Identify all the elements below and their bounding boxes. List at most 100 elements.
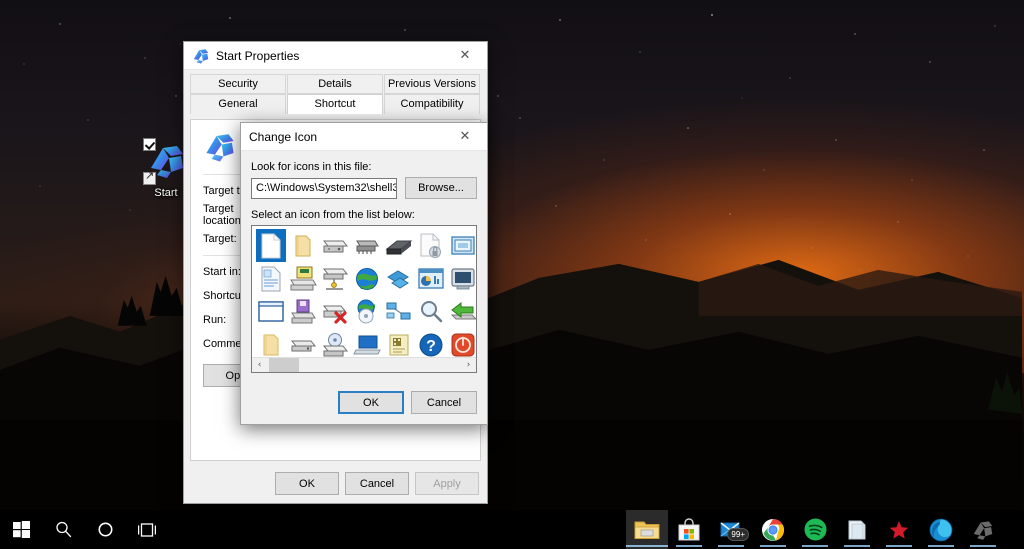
web-disc-icon[interactable] bbox=[352, 295, 382, 328]
running-indicator bbox=[802, 545, 828, 547]
edge-icon bbox=[929, 518, 953, 541]
scrollbar-thumb[interactable] bbox=[269, 357, 299, 372]
start-button[interactable] bbox=[0, 510, 42, 549]
browse-button[interactable]: Browse... bbox=[405, 177, 477, 199]
file-field-label: Look for icons in this file: bbox=[251, 161, 372, 173]
task-view-icon bbox=[138, 522, 156, 537]
scanner-printer-icon[interactable] bbox=[288, 262, 318, 295]
scroll-left-arrow-icon[interactable]: ‹ bbox=[252, 358, 267, 373]
close-icon[interactable]: ✕ bbox=[443, 123, 487, 150]
landscape-silhouette bbox=[0, 259, 1023, 549]
svg-text:?: ? bbox=[426, 338, 436, 355]
app-logo-icon bbox=[206, 134, 234, 162]
file-explorer-icon bbox=[634, 521, 660, 539]
selection-checkbox[interactable] bbox=[143, 138, 156, 151]
printer-error-icon[interactable] bbox=[320, 295, 350, 328]
empty-window-icon[interactable] bbox=[256, 295, 286, 328]
icon-list-horizontal-scrollbar[interactable]: ‹ › bbox=[252, 357, 476, 372]
green-back-arrow-icon[interactable] bbox=[448, 295, 476, 328]
taskbar-app-file-explorer[interactable] bbox=[626, 510, 668, 549]
sticky-notes-icon bbox=[848, 520, 866, 539]
globe-icon[interactable] bbox=[352, 262, 382, 295]
taskbar-app-spotify[interactable] bbox=[794, 510, 836, 549]
tab-previous-versions[interactable]: Previous Versions bbox=[384, 74, 480, 94]
tab-row-lower: General Shortcut Compatibility bbox=[190, 94, 481, 114]
properties-cancel-button[interactable]: Cancel bbox=[345, 472, 409, 495]
tab-security[interactable]: Security bbox=[190, 74, 286, 94]
icon-column bbox=[319, 229, 351, 361]
taskbar-system-buttons bbox=[0, 510, 168, 549]
windows-logo-icon bbox=[12, 521, 30, 538]
properties-title: Start Properties bbox=[216, 48, 300, 63]
taskbar-app-mail[interactable]: 99+ bbox=[710, 510, 752, 549]
search-button[interactable] bbox=[42, 510, 84, 549]
search-icon bbox=[55, 521, 71, 538]
tab-details[interactable]: Details bbox=[287, 74, 383, 94]
taskbar-app-red-star[interactable] bbox=[878, 510, 920, 549]
microsoft-store-icon bbox=[678, 517, 700, 540]
task-view-button[interactable] bbox=[126, 510, 168, 549]
shortcut-arrow-overlay-icon bbox=[143, 170, 156, 185]
taskbar-app-sticky-notes[interactable] bbox=[836, 510, 878, 549]
hard-drive-icon[interactable] bbox=[320, 229, 350, 262]
blank-document-icon[interactable] bbox=[256, 229, 286, 262]
properties-titlebar[interactable]: Start Properties ✕ bbox=[184, 42, 487, 70]
presentation-icon[interactable] bbox=[416, 262, 446, 295]
folder-icon[interactable] bbox=[288, 229, 318, 262]
network-connection-icon[interactable] bbox=[384, 262, 414, 295]
taskbar-app-microsoft-store[interactable] bbox=[668, 510, 710, 549]
change-icon-dialog[interactable]: Change Icon ✕ Look for icons in this fil… bbox=[240, 122, 488, 425]
network-drive-icon[interactable] bbox=[320, 262, 350, 295]
certificate-document-icon[interactable] bbox=[256, 262, 286, 295]
scrollbar-track[interactable] bbox=[267, 357, 461, 372]
book-icon[interactable] bbox=[384, 229, 414, 262]
desktop[interactable]: Start bbox=[0, 0, 1024, 549]
taskbar[interactable]: 99+ bbox=[0, 510, 1024, 549]
tab-row-upper: Security Details Previous Versions bbox=[190, 74, 481, 94]
network-nodes-icon[interactable] bbox=[384, 295, 414, 328]
cortana-button[interactable] bbox=[84, 510, 126, 549]
properties-ok-button[interactable]: OK bbox=[275, 472, 339, 495]
red-star-icon bbox=[889, 520, 909, 539]
icon-column bbox=[351, 229, 383, 361]
icon-column bbox=[287, 229, 319, 361]
icon-list-box[interactable]: ? ‹ › bbox=[251, 225, 477, 373]
change-icon-cancel-button[interactable]: Cancel bbox=[411, 391, 477, 414]
tab-compatibility[interactable]: Compatibility bbox=[384, 94, 480, 114]
search-magnifier-icon[interactable] bbox=[416, 295, 446, 328]
close-icon[interactable]: ✕ bbox=[443, 42, 487, 69]
scroll-right-arrow-icon[interactable]: › bbox=[461, 358, 476, 373]
cortana-circle-icon bbox=[98, 522, 112, 537]
taskbar-app-buttons: 99+ bbox=[626, 510, 1004, 549]
taskbar-app-google-chrome[interactable] bbox=[752, 510, 794, 549]
icon-column bbox=[255, 229, 287, 361]
icon-column bbox=[383, 229, 415, 361]
monitor-icon[interactable] bbox=[448, 262, 476, 295]
running-indicator bbox=[760, 545, 786, 547]
app-logo-icon bbox=[193, 48, 209, 64]
icon-list-label: Select an icon from the list below: bbox=[251, 209, 415, 221]
running-indicator bbox=[718, 545, 744, 547]
running-indicator bbox=[844, 545, 870, 547]
change-icon-titlebar[interactable]: Change Icon ✕ bbox=[241, 123, 487, 151]
icon-column: ? bbox=[415, 229, 447, 361]
locked-document-icon[interactable] bbox=[416, 229, 446, 262]
icon-file-input[interactable]: C:\Windows\System32\shell32.dll bbox=[251, 177, 397, 199]
running-indicator bbox=[928, 545, 954, 547]
change-icon-title: Change Icon bbox=[249, 129, 318, 144]
change-icon-ok-button[interactable]: OK bbox=[338, 391, 404, 414]
running-indicator bbox=[676, 545, 702, 547]
window-stack-icon[interactable] bbox=[448, 229, 476, 262]
properties-tabstrip: Security Details Previous Versions Gener… bbox=[184, 70, 487, 114]
taskbar-app-microsoft-edge[interactable] bbox=[920, 510, 962, 549]
floppy-drive-icon[interactable] bbox=[288, 295, 318, 328]
properties-footer: OK Cancel Apply bbox=[275, 472, 479, 495]
icon-column bbox=[447, 229, 476, 361]
memory-chip-icon[interactable] bbox=[352, 229, 382, 262]
tab-shortcut[interactable]: Shortcut bbox=[287, 94, 383, 114]
change-icon-body: Look for icons in this file: C:\Windows\… bbox=[241, 151, 487, 373]
properties-apply-button: Apply bbox=[415, 472, 479, 495]
tab-general[interactable]: General bbox=[190, 94, 286, 114]
active-indicator bbox=[626, 545, 668, 547]
taskbar-app-start-logo[interactable] bbox=[962, 510, 1004, 549]
